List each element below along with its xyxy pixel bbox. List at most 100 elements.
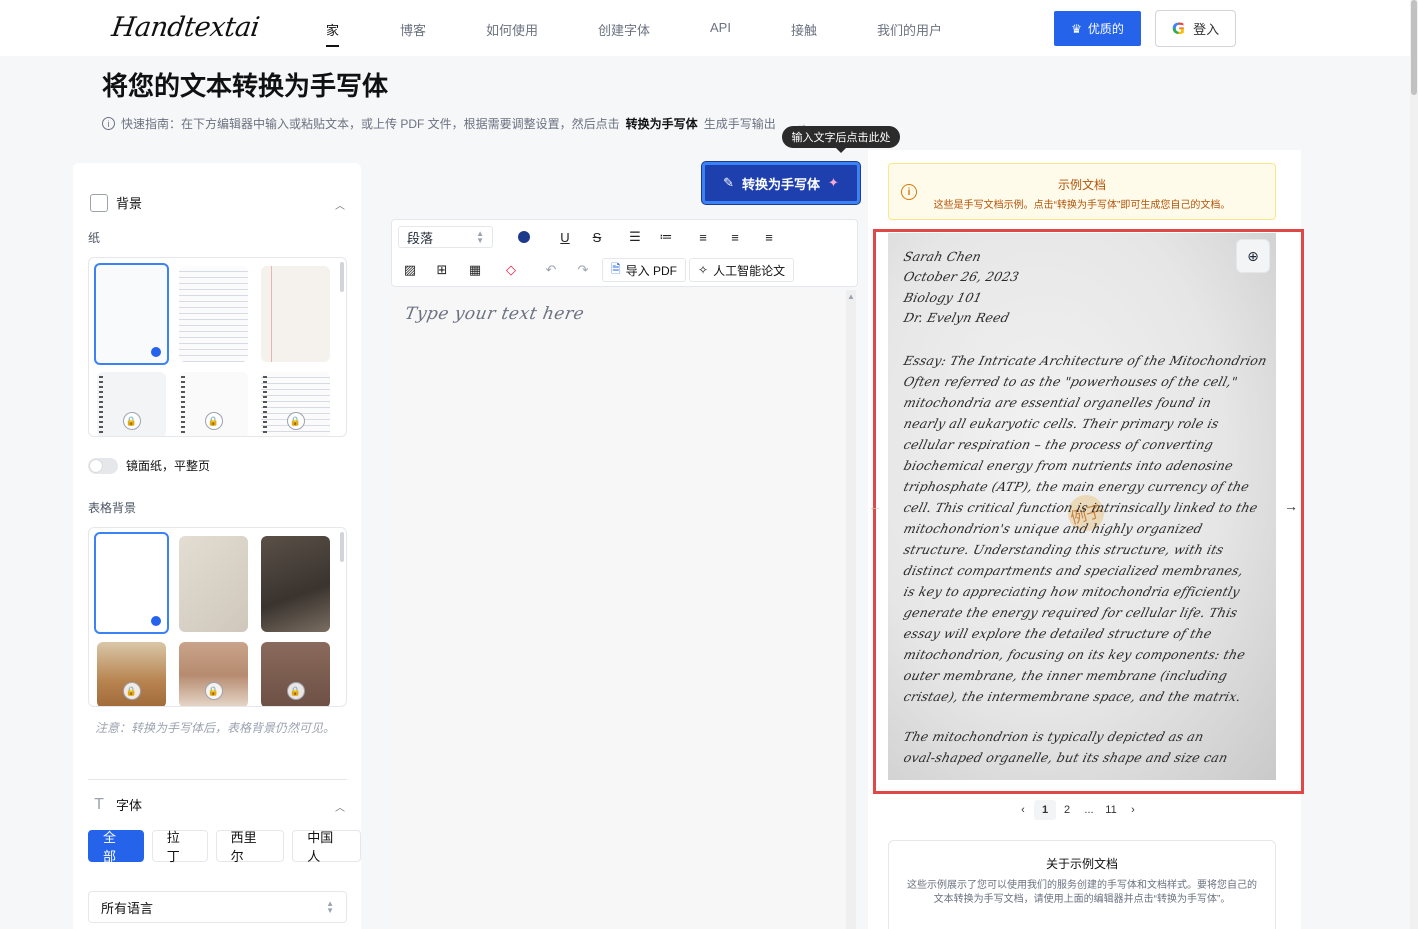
font-icon: T — [94, 795, 104, 813]
select-arrows-icon: ▲ ▼ — [326, 899, 334, 915]
login-button[interactable]: G 登入 — [1155, 10, 1236, 47]
language-select[interactable]: 所有语言 ▲ ▼ — [88, 891, 347, 923]
handwriting-line: Dr. Evelyn Reed — [902, 310, 1012, 325]
nav-api[interactable]: API — [710, 20, 731, 35]
pager-page[interactable]: 11 — [1100, 800, 1122, 820]
mirror-paper-toggle[interactable] — [88, 457, 118, 474]
selected-dot — [151, 616, 161, 626]
insert-image-icon[interactable]: ▨ — [400, 260, 420, 280]
import-pdf-button[interactable]: 🗎 导入 PDF — [602, 258, 686, 282]
table-bg-option-dark-wood[interactable] — [261, 536, 330, 632]
editor-toolbar: 段落 ▲ ▼ U S ☰ ≔ ≡ ≡ ≡ ▨ ⊞ ▦ ◇ ↶ ↷ 🗎 导入 PDF… — [391, 219, 858, 287]
handwriting-line: Often referred to as the "powerhouses of… — [902, 374, 1240, 389]
font-tab-chinese[interactable]: 中国人 — [292, 830, 361, 864]
pager-prev[interactable]: ‹ — [1012, 800, 1034, 820]
handwriting-line: nearly all eukaryotic cells. Their prima… — [902, 416, 1221, 431]
handwriting-line: essay will explore the detailed structur… — [902, 626, 1214, 641]
nav-how-to-use[interactable]: 如何使用 — [486, 20, 538, 39]
handwriting-preview[interactable]: 例子 Sarah Chen October 26, 2023 Biology 101… — [888, 233, 1276, 780]
lock-icon: 🔒 — [204, 682, 223, 700]
handwriting-line: October 26, 2023 — [902, 269, 1021, 284]
paper-option-spiral-2[interactable]: 🔒 — [179, 372, 248, 436]
settings-panel: 背景 ︿ 纸 🔒 🔒 🔒 镜面纸，平整页 表格背景 🔒 🔒 🔒 注意：转换为手写… — [73, 163, 361, 929]
redo-icon[interactable]: ↷ — [573, 260, 593, 280]
font-tab-cyrillic[interactable]: 西里尔 — [215, 830, 285, 864]
table-bg-option-desk[interactable]: 🔒 — [179, 642, 248, 706]
nav-our-users[interactable]: 我们的用户 — [877, 20, 942, 39]
pagination: ‹ 1 2 ... 11 › — [1012, 800, 1144, 820]
table-bg-note: 注意：转换为手写体后，表格背景仍然可见。 — [95, 721, 336, 735]
zoom-button[interactable]: ⊕ — [1236, 239, 1270, 273]
paper-option-spiral-1[interactable]: 🔒 — [97, 372, 166, 436]
page-scrollbar[interactable] — [1410, 0, 1418, 929]
prev-arrow-icon[interactable]: ← — [868, 498, 882, 514]
ai-essay-button[interactable]: ✧ 人工智能论文 — [689, 258, 795, 282]
paper-option-lined[interactable] — [179, 266, 248, 362]
nav-blog[interactable]: 博客 — [400, 20, 426, 39]
nav-home[interactable]: 家 — [326, 20, 340, 47]
convert-to-handwriting-button[interactable]: ✎ 转换为手写体 ✦ — [702, 162, 860, 204]
pager-next[interactable]: › — [1122, 800, 1144, 820]
site-logo[interactable]: Handtextai — [110, 12, 261, 43]
table-bg-scrollbar[interactable] — [340, 532, 344, 562]
info-icon: i — [102, 117, 115, 130]
pdf-file-icon: 🗎 — [611, 261, 621, 276]
handwriting-line: oval-shaped organelle, but its shape and… — [902, 750, 1230, 765]
table-bg-option-brown[interactable]: 🔒 — [261, 642, 330, 706]
strikethrough-icon[interactable]: S — [587, 227, 607, 247]
pager-page[interactable]: 1 — [1034, 800, 1056, 820]
top-header: Handtextai 家 博客 如何使用 创建字体 API 接触 我们的用户 ♛… — [0, 0, 1410, 56]
align-left-icon[interactable]: ≡ — [693, 227, 713, 247]
handwriting-line: Essay: The Intricate Architecture of the… — [902, 353, 1269, 368]
font-section-header[interactable]: T 字体 — [90, 795, 142, 814]
nav-contact[interactable]: 接触 — [791, 20, 817, 39]
text-color-button[interactable] — [514, 227, 534, 247]
handwriting-line: generate the energy required for cellula… — [902, 605, 1240, 620]
pager-page[interactable]: 2 — [1056, 800, 1078, 820]
background-section-header[interactable]: 背景 — [90, 193, 142, 212]
lock-icon: 🔒 — [204, 412, 223, 430]
numbered-list-icon[interactable]: ≔ — [656, 227, 676, 247]
insert-table-icon[interactable]: ⊞ — [432, 260, 452, 280]
table-bg-option-wood-plant[interactable]: 🔒 — [97, 642, 166, 706]
chevron-up-icon[interactable]: ︿ — [335, 197, 345, 212]
color-dot-icon — [518, 231, 530, 243]
handwriting-line: distinct compartments and specialized me… — [902, 563, 1246, 578]
handwriting-line: structure. Understanding this structure,… — [902, 542, 1226, 557]
paper-option-blank[interactable] — [94, 263, 169, 365]
bullet-list-icon[interactable]: ☰ — [625, 227, 645, 247]
chevron-up-icon[interactable]: ︿ — [335, 799, 345, 814]
underline-icon[interactable]: U — [555, 227, 575, 247]
text-editor[interactable]: Type your text here — [391, 290, 843, 929]
undo-icon[interactable]: ↶ — [541, 260, 561, 280]
align-center-icon[interactable]: ≡ — [725, 227, 745, 247]
nav-create-font[interactable]: 创建字体 — [598, 20, 650, 39]
editor-scrollbar[interactable] — [846, 290, 856, 929]
eraser-icon[interactable]: ◇ — [501, 260, 521, 280]
next-arrow-icon[interactable]: → — [1284, 498, 1298, 514]
align-right-icon[interactable]: ≡ — [759, 227, 779, 247]
handwriting-line: mitochondrion, focusing on its key compo… — [902, 647, 1247, 662]
sample-notice: i 示例文档 这些是手写文档示例。点击“转换为手写体”即可生成您自己的文档。 — [888, 163, 1276, 220]
select-arrows-icon: ▲ ▼ — [476, 229, 484, 245]
table-bg-option-white[interactable] — [94, 532, 169, 634]
handwriting-line: triphosphate (ATP), the main energy curr… — [902, 479, 1251, 494]
paper-option-margin[interactable] — [261, 266, 330, 362]
calculator-icon[interactable]: ▦ — [465, 260, 485, 280]
convert-tooltip: 输入文字后点击此处 — [782, 126, 900, 153]
paper-option-spiral-3[interactable]: 🔒 — [261, 372, 330, 436]
lock-icon: 🔒 — [286, 682, 305, 700]
handwriting-line: Sarah Chen — [902, 249, 983, 264]
paragraph-select[interactable]: 段落 ▲ ▼ — [398, 226, 493, 248]
premium-button[interactable]: ♛ 优质的 — [1054, 11, 1141, 46]
pager-ellipsis: ... — [1084, 804, 1094, 816]
font-tab-latin[interactable]: 拉丁 — [151, 830, 208, 864]
paper-label: 纸 — [88, 231, 101, 245]
crown-icon: ♛ — [1071, 21, 1082, 36]
font-tab-all[interactable]: 全部 — [88, 830, 144, 864]
quick-guide: i 快速指南：在下方编辑器中输入或粘贴文本，或上传 PDF 文件，根据需要调整设… — [102, 115, 808, 132]
sparkle-icon: ✦ — [828, 175, 839, 190]
paper-grid-scrollbar[interactable] — [340, 262, 344, 292]
table-bg-option-beige[interactable] — [179, 536, 248, 632]
font-filter-tabs: 全部 拉丁 西里尔 中国人 — [88, 830, 361, 864]
